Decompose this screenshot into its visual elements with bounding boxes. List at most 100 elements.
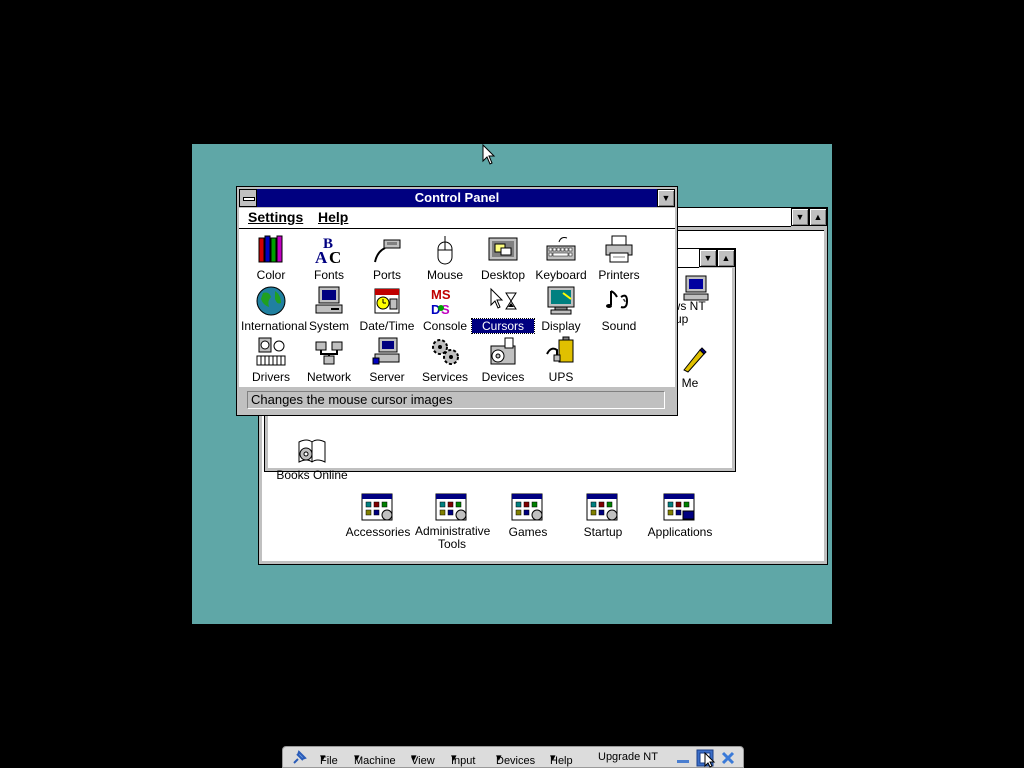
mouse-icon bbox=[437, 236, 453, 265]
cp-item-console[interactable]: MS D S Console bbox=[414, 285, 476, 333]
mouse-pointer-icon bbox=[482, 144, 496, 165]
group-label: Startup bbox=[583, 525, 623, 539]
group-administrative-tools[interactable]: Administrative Tools bbox=[414, 493, 490, 551]
system-menu-button[interactable] bbox=[239, 189, 257, 207]
control-panel-menubar: Settings Help bbox=[239, 208, 675, 229]
group-games[interactable]: Games bbox=[492, 493, 564, 539]
program-group-icon bbox=[511, 493, 543, 521]
cp-item-label: Devices bbox=[481, 370, 525, 384]
minimize-button[interactable]: ▼ bbox=[657, 189, 675, 207]
display-monitor-icon bbox=[547, 286, 575, 315]
cp-item-label: Desktop bbox=[480, 268, 526, 282]
vm-menu-bar: File ▾ Machine ▾ View ▾ Input ▾ Devices ▾ Hel… bbox=[282, 746, 744, 768]
group-applications[interactable]: Applications bbox=[640, 493, 720, 539]
cp-item-label: Cursors bbox=[471, 318, 535, 334]
control-panel-client: Color B A C Fonts Ports Mouse Desktop Ke… bbox=[239, 229, 675, 387]
pin-icon[interactable] bbox=[291, 750, 307, 766]
cp-item-label: Date/Time bbox=[359, 319, 415, 333]
svg-text:A: A bbox=[315, 248, 328, 266]
cp-item-keyboard[interactable]: Keyboard bbox=[530, 234, 592, 282]
cp-item-ports[interactable]: Ports bbox=[356, 234, 418, 282]
cursors-icon bbox=[490, 287, 517, 310]
cp-item-fonts[interactable]: B A C Fonts bbox=[298, 234, 360, 282]
color-pencils-icon bbox=[258, 235, 283, 263]
svg-text:MS: MS bbox=[431, 287, 451, 302]
keyboard-icon bbox=[546, 237, 576, 261]
sound-note-icon bbox=[606, 290, 629, 309]
menu-settings[interactable]: Settings bbox=[248, 209, 303, 225]
cp-item-label: Services bbox=[421, 370, 468, 384]
cp-item-international[interactable]: International bbox=[240, 285, 308, 333]
printer-icon bbox=[605, 235, 633, 263]
calendar-clock-icon bbox=[374, 288, 400, 314]
program-group-icon bbox=[435, 493, 467, 521]
ups-battery-icon bbox=[546, 336, 574, 363]
group-maximize-button[interactable]: ▲ bbox=[717, 249, 735, 267]
cp-item-label: System bbox=[308, 319, 349, 333]
cp-item-color[interactable]: Color bbox=[240, 234, 302, 282]
system-computer-icon bbox=[315, 286, 343, 314]
services-gears-icon bbox=[432, 339, 459, 365]
cp-item-label: Fonts bbox=[313, 268, 344, 282]
cp-item-desktop[interactable]: Desktop bbox=[472, 234, 534, 282]
vm-menu-view[interactable]: View ▾ bbox=[411, 751, 435, 767]
cp-item-label: Color bbox=[256, 268, 286, 282]
cp-item-cursors[interactable]: Cursors bbox=[471, 285, 535, 334]
cp-item-devices[interactable]: Devices bbox=[472, 336, 534, 384]
cp-item-display[interactable]: Display bbox=[530, 285, 592, 333]
cp-item-drivers[interactable]: Drivers bbox=[240, 336, 302, 384]
group-startup[interactable]: Startup bbox=[567, 493, 639, 539]
close-icon[interactable] bbox=[720, 750, 736, 766]
vm-menu-devices[interactable]: Devices ▾ bbox=[496, 751, 535, 767]
group-accessories[interactable]: Accessories bbox=[342, 493, 414, 539]
vm-menu-input[interactable]: Input ▾ bbox=[451, 751, 475, 767]
msdos-icon: MS D S bbox=[431, 287, 451, 317]
group-label: Accessories bbox=[345, 525, 411, 539]
group-label: Administrative Tools bbox=[415, 524, 491, 551]
cp-item-label: Mouse bbox=[426, 268, 464, 282]
cp-item-system[interactable]: System bbox=[298, 285, 360, 333]
cp-item-label: Printers bbox=[598, 268, 640, 282]
desktop-icon bbox=[488, 237, 518, 261]
group-minimize-button[interactable]: ▼ bbox=[699, 249, 717, 267]
control-panel-titlebar[interactable]: Control Panel bbox=[257, 189, 657, 207]
cp-item-label: UPS bbox=[548, 370, 574, 384]
cp-item-label: Sound bbox=[601, 319, 637, 333]
cp-item-mouse[interactable]: Mouse bbox=[414, 234, 476, 282]
cp-item-printers[interactable]: Printers bbox=[588, 234, 650, 282]
cp-item-label: Keyboard bbox=[535, 268, 587, 282]
status-bar: Changes the mouse cursor images bbox=[239, 389, 675, 409]
cp-item-sound[interactable]: Sound bbox=[588, 285, 650, 333]
books-online-icon bbox=[298, 439, 326, 463]
vm-menu-upgrade[interactable]: Upgrade NT bbox=[598, 751, 658, 763]
minimize-icon[interactable] bbox=[675, 751, 691, 765]
item-books-online[interactable]: Books Online bbox=[272, 436, 352, 482]
globe-icon bbox=[256, 286, 286, 316]
maximize-button[interactable]: ▲ bbox=[809, 208, 827, 226]
cp-item-label: International bbox=[241, 319, 308, 333]
cp-item-label: Console bbox=[422, 319, 468, 333]
pen-icon bbox=[683, 347, 707, 373]
cp-item-label: Drivers bbox=[252, 370, 290, 384]
minimize-button[interactable]: ▼ bbox=[791, 208, 809, 226]
ports-plug-icon bbox=[374, 239, 401, 263]
vm-menu-file[interactable]: File ▾ bbox=[320, 751, 338, 767]
item-label: Books Online bbox=[276, 468, 348, 482]
vm-menu-help[interactable]: Help ▾ bbox=[550, 751, 573, 767]
status-text: Changes the mouse cursor images bbox=[247, 391, 665, 409]
cp-item-label: Display bbox=[541, 319, 581, 333]
program-group-icon bbox=[663, 493, 695, 521]
devices-icon bbox=[490, 337, 516, 365]
desktop: ▼ ▲ Accessories Administrative Tools Gam… bbox=[192, 144, 832, 624]
cp-item-ups[interactable]: UPS bbox=[530, 336, 592, 384]
cp-item-services[interactable]: Services bbox=[414, 336, 476, 384]
cp-item-server[interactable]: Server bbox=[356, 336, 418, 384]
cp-item-datetime[interactable]: Date/Time bbox=[356, 285, 418, 333]
vm-menu-machine[interactable]: Machine ▾ bbox=[354, 751, 396, 767]
cp-item-network[interactable]: Network bbox=[298, 336, 360, 384]
drivers-icon bbox=[256, 337, 286, 366]
control-panel-window[interactable]: Control Panel ▼ Settings Help Color B A … bbox=[236, 186, 678, 416]
cp-item-label: Network bbox=[306, 370, 351, 384]
network-icon bbox=[315, 341, 343, 365]
menu-help[interactable]: Help bbox=[318, 209, 348, 225]
